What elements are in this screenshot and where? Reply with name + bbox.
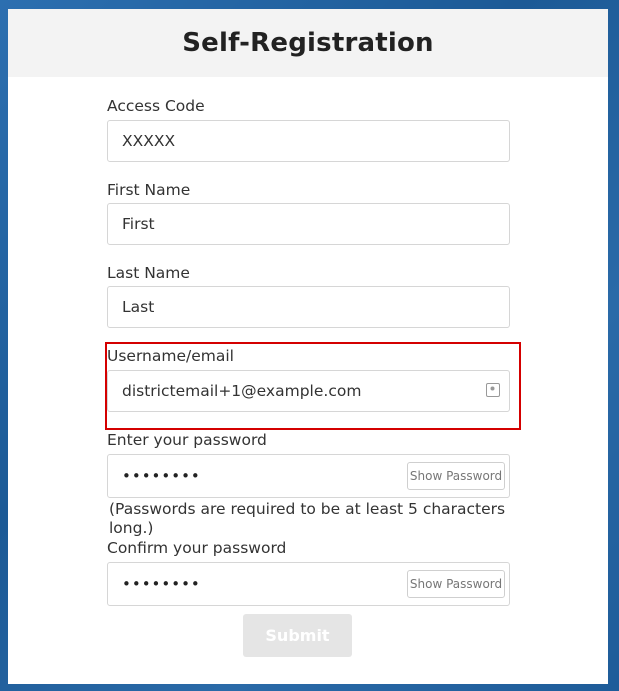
page-title: Self-Registration xyxy=(182,28,434,58)
username-email-input[interactable] xyxy=(107,370,510,412)
access-code-label: Access Code xyxy=(107,97,205,115)
registration-card: Self-Registration Access Code First Name… xyxy=(8,9,608,684)
contact-card-icon[interactable] xyxy=(486,383,500,397)
show-confirm-password-button[interactable]: Show Password xyxy=(407,570,505,598)
confirm-password-label: Confirm your password xyxy=(107,539,287,557)
first-name-input[interactable] xyxy=(107,203,510,245)
password-label: Enter your password xyxy=(107,431,267,449)
username-field-wrap xyxy=(107,370,510,412)
last-name-input[interactable] xyxy=(107,286,510,328)
access-code-input[interactable] xyxy=(107,120,510,162)
username-label: Username/email xyxy=(107,347,234,365)
password-requirement-note: (Passwords are required to be at least 5… xyxy=(109,500,506,537)
last-name-label: Last Name xyxy=(107,264,190,282)
submit-button[interactable]: Submit xyxy=(243,614,352,657)
show-password-button[interactable]: Show Password xyxy=(407,462,505,490)
password-field-wrap: •••••••• Show Password xyxy=(107,454,510,498)
confirm-password-field-wrap: •••••••• Show Password xyxy=(107,562,510,606)
first-name-label: First Name xyxy=(107,181,191,199)
card-header: Self-Registration xyxy=(8,9,608,77)
